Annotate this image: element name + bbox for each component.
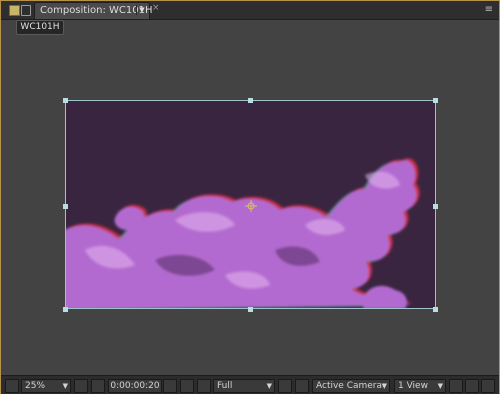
- panel-icon: [21, 5, 31, 16]
- flowchart-icon[interactable]: [481, 379, 495, 393]
- panel-tab-bar: Composition: WC101H ▼ × ≡: [1, 1, 499, 20]
- breadcrumb[interactable]: WC101H: [16, 20, 64, 35]
- chevron-down-icon: ▼: [266, 382, 272, 390]
- view-layout-select[interactable]: 1 View ▼: [394, 379, 446, 393]
- transform-handle[interactable]: [248, 98, 253, 103]
- chevron-down-icon: ▼: [437, 382, 443, 390]
- panel-menu-icon[interactable]: ≡: [485, 4, 493, 15]
- transparency-grid-icon[interactable]: [295, 379, 309, 393]
- transform-handle[interactable]: [63, 307, 68, 312]
- camera-icon[interactable]: [163, 379, 177, 393]
- fast-preview-icon[interactable]: [278, 379, 292, 393]
- lock-icon[interactable]: [9, 5, 20, 16]
- person-icon[interactable]: [180, 379, 194, 393]
- resolution-value: Full: [217, 381, 233, 391]
- anchor-point-icon[interactable]: [245, 200, 257, 212]
- resolution-select[interactable]: Full ▼: [213, 379, 275, 393]
- composition-panel: Composition: WC101H ▼ × ≡ WC101H 25% ▼ 0…: [0, 0, 500, 394]
- camera-select[interactable]: Active Camera ▼: [312, 379, 390, 393]
- monitor-icon[interactable]: [5, 379, 19, 393]
- zoom-select[interactable]: 25% ▼: [21, 379, 71, 393]
- timecode-field[interactable]: 0:00:00:20: [108, 379, 162, 393]
- viewer-status-bar: 25% ▼ 0:00:00:20 Full ▼ Active Camera ▼ …: [1, 375, 499, 394]
- color-channels-icon[interactable]: [197, 379, 211, 393]
- dropdown-arrow-icon[interactable]: ▼: [136, 5, 147, 15]
- camera-value: Active Camera: [316, 381, 383, 391]
- transform-handle[interactable]: [63, 204, 68, 209]
- chevron-down-icon: ▼: [381, 382, 387, 390]
- draft3d-icon[interactable]: [465, 379, 479, 393]
- close-icon[interactable]: ×: [152, 3, 160, 13]
- view-layout-value: 1 View: [398, 381, 428, 391]
- region-of-interest-icon[interactable]: [91, 379, 105, 393]
- transform-handle[interactable]: [433, 307, 438, 312]
- transform-handle[interactable]: [63, 98, 68, 103]
- transform-handle[interactable]: [433, 204, 438, 209]
- transform-handle[interactable]: [248, 307, 253, 312]
- fit-icon[interactable]: [74, 379, 88, 393]
- transform-handle[interactable]: [433, 98, 438, 103]
- layout-icon[interactable]: [449, 379, 463, 393]
- composition-viewer[interactable]: [1, 38, 499, 374]
- chevron-down-icon: ▼: [62, 382, 68, 390]
- tab-composition[interactable]: Composition: WC101H ▼: [34, 2, 152, 19]
- zoom-value: 25%: [25, 381, 46, 391]
